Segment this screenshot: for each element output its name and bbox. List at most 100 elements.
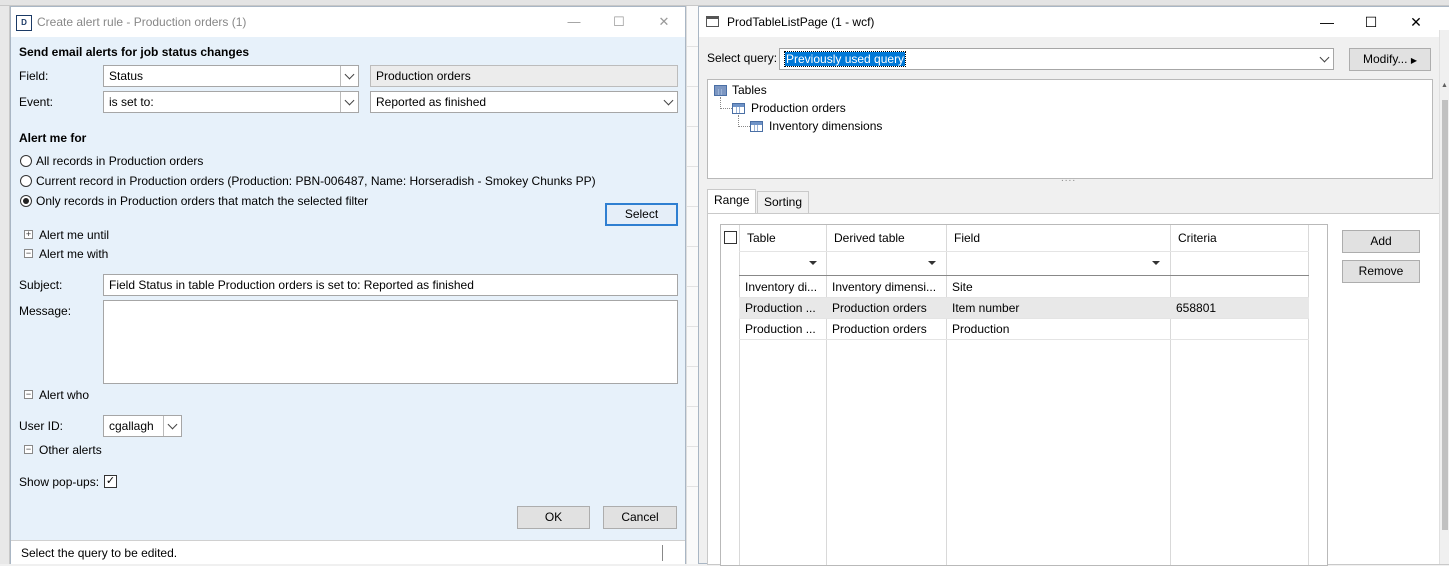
table-icon [732, 103, 745, 114]
filter-derived-table-icon[interactable] [928, 261, 936, 265]
close-icon[interactable]: ✕ [1405, 12, 1427, 32]
maximize-icon[interactable]: ☐ [608, 12, 630, 32]
grid-column-divider [826, 225, 827, 565]
event-dropdown[interactable]: is set to: [103, 91, 359, 113]
radio-filter-records[interactable] [20, 195, 32, 207]
cell-table: Inventory di... [745, 280, 818, 294]
add-button[interactable]: Add [1342, 230, 1420, 253]
create-alert-rule-dialog: D Create alert rule - Production orders … [10, 6, 686, 564]
tree-node-tables[interactable]: Tables [732, 83, 767, 97]
splitter-grip[interactable]: .... [1061, 173, 1076, 184]
radio-current-record-label: Current record in Production orders (Pro… [36, 174, 596, 188]
ok-button[interactable]: OK [517, 506, 590, 529]
subject-input[interactable]: Field Status in table Production orders … [103, 274, 678, 296]
event-dropdown-value: is set to: [109, 95, 154, 109]
filter-table-icon[interactable] [809, 261, 817, 265]
section-heading: Send email alerts for job status changes [19, 45, 250, 59]
tree-node-inventory-dimensions[interactable]: Inventory dimensions [769, 119, 882, 133]
header-field[interactable]: Field [948, 225, 986, 251]
tree-line [720, 108, 732, 109]
chevron-down-icon[interactable] [163, 416, 181, 436]
cell-table: Production ... [745, 301, 816, 315]
filter-field-icon[interactable] [1152, 261, 1160, 265]
status-text: Select the query to be edited. [21, 546, 178, 560]
cell-field: Item number [952, 301, 1020, 315]
cell-criteria [1170, 277, 1308, 298]
show-popups-label: Show pop-ups: [19, 475, 100, 489]
caret-right-icon: ▶ [1410, 56, 1417, 65]
window-icon [706, 16, 719, 27]
chevron-down-icon[interactable] [340, 92, 358, 112]
modify-button[interactable]: Modify... ▶ [1349, 48, 1431, 71]
collapse-icon[interactable]: − [24, 249, 33, 258]
userid-label: User ID: [19, 419, 64, 433]
field-dropdown[interactable]: Status [103, 65, 359, 87]
tree-line [738, 126, 750, 127]
background-scrollbar[interactable]: ▲ [1439, 30, 1449, 564]
radio-all-records[interactable] [20, 155, 32, 167]
dialog-title: Create alert rule - Production orders (1… [37, 15, 247, 29]
cell-derived-table: Inventory dimensi... [832, 280, 937, 294]
radio-current-record[interactable] [20, 175, 32, 187]
cell-table: Production ... [745, 322, 816, 336]
tab-range[interactable]: Range [707, 189, 757, 213]
userid-dropdown[interactable]: cgallagh [103, 415, 182, 437]
maximize-icon[interactable]: ☐ [1360, 12, 1382, 32]
alert-who-section[interactable]: Alert who [39, 388, 89, 402]
chevron-down-icon[interactable] [1316, 49, 1333, 69]
grid-column-divider [946, 225, 947, 565]
show-popups-checkbox[interactable]: ✓ [104, 475, 117, 488]
collapse-icon[interactable]: − [24, 445, 33, 454]
table-row[interactable]: Production ... Production orders Product… [739, 319, 1309, 340]
field-label: Field: [19, 69, 49, 83]
status-bar: Select the query to be edited. [11, 540, 685, 564]
close-icon[interactable]: ✕ [653, 12, 675, 32]
tab-sorting[interactable]: Sorting [757, 191, 810, 213]
select-button[interactable]: Select [605, 203, 678, 226]
radio-filter-records-label: Only records in Production orders that m… [36, 194, 369, 208]
cell-field: Production [952, 322, 1010, 336]
select-all-checkbox[interactable] [724, 231, 737, 244]
table-row[interactable]: Production ... Production orders Item nu… [739, 298, 1309, 319]
header-criteria[interactable]: Criteria [1172, 225, 1223, 251]
grid-column-divider [1170, 225, 1171, 565]
userid-value: cgallagh [109, 419, 154, 433]
scroll-up-icon[interactable]: ▲ [1441, 82, 1448, 89]
remove-button[interactable]: Remove [1342, 260, 1420, 283]
scrollbar-thumb[interactable] [1442, 100, 1448, 530]
chevron-down-icon[interactable] [340, 66, 358, 86]
select-query-dropdown[interactable]: Previously used query [779, 48, 1334, 70]
select-query-label: Select query: [707, 51, 778, 65]
filter-row-bottom [739, 275, 1309, 276]
minimize-icon[interactable]: — [563, 12, 585, 32]
background-app-grid [686, 6, 698, 564]
cell-derived-table: Production orders [832, 301, 927, 315]
cell-field: Site [952, 280, 973, 294]
table-row[interactable]: Inventory di... Inventory dimensi... Sit… [739, 277, 1309, 298]
minimize-icon[interactable]: — [1316, 12, 1338, 32]
filter-row-top [739, 251, 1309, 252]
background-app-left [0, 6, 10, 564]
grid-column-divider [1308, 225, 1309, 565]
event-target-dropdown[interactable]: Reported as finished [370, 91, 678, 113]
chevron-down-icon[interactable] [660, 92, 677, 112]
cell-criteria: 658801 [1176, 301, 1217, 315]
alert-me-until-section[interactable]: Alert me until [39, 228, 109, 242]
range-grid: Table Derived table Field Criteria Inven… [720, 224, 1328, 566]
collapse-icon[interactable]: − [24, 390, 33, 399]
event-target-value: Reported as finished [376, 95, 487, 109]
expand-icon[interactable]: + [24, 230, 33, 239]
tree-node-production-orders[interactable]: Production orders [751, 101, 846, 115]
other-alerts-section[interactable]: Other alerts [39, 443, 102, 457]
header-derived-table[interactable]: Derived table [828, 225, 911, 251]
table-icon [750, 121, 763, 132]
tables-folder-icon [714, 85, 727, 96]
status-divider [662, 545, 663, 561]
select-query-value: Previously used query [783, 51, 907, 67]
header-table[interactable]: Table [741, 225, 782, 251]
cancel-button[interactable]: Cancel [603, 506, 677, 529]
alert-me-with-section[interactable]: Alert me with [39, 247, 108, 261]
title-bar: ProdTableListPage (1 - wcf) — ☐ ✕ [699, 7, 1449, 37]
message-textarea[interactable] [103, 300, 678, 384]
field-dropdown-value: Status [109, 69, 144, 83]
